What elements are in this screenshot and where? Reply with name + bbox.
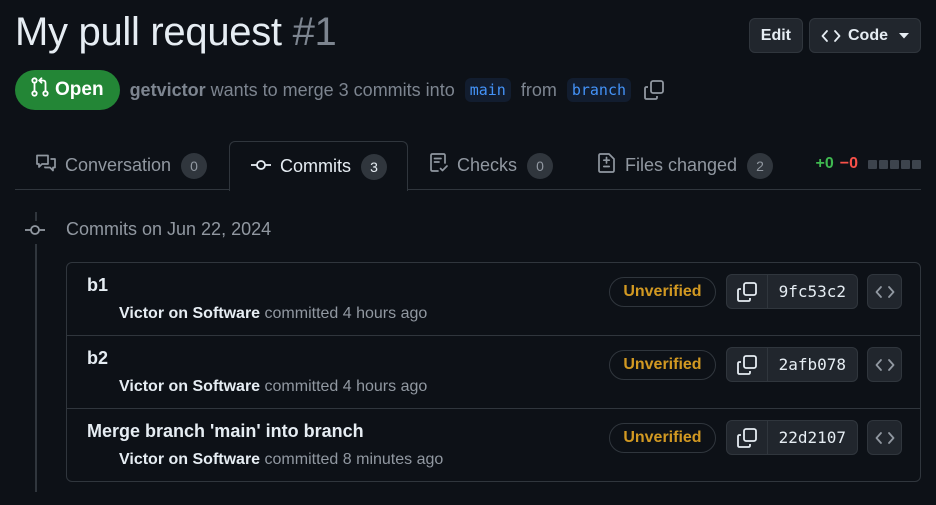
tab-files-changed-label: Files changed <box>625 155 738 175</box>
browse-repo-button[interactable] <box>867 274 902 309</box>
commit-row: b1 Victor on Software committed 4 hours … <box>67 263 920 336</box>
commit-author-link[interactable]: Victor on Software <box>119 451 260 468</box>
commit-meta: Victor on Software committed 4 hours ago <box>119 305 427 323</box>
code-icon <box>821 28 841 44</box>
diffstat-block <box>868 159 877 169</box>
commit-actions: Unverified 9fc53c2 <box>609 274 902 309</box>
commit-time: 4 hours ago <box>342 378 428 395</box>
tab-checks[interactable]: Checks 0 <box>409 141 573 190</box>
git-commit-icon <box>24 221 46 244</box>
sha-button-group: 9fc53c2 <box>725 274 858 309</box>
code-button[interactable]: Code <box>809 18 921 53</box>
code-icon <box>875 285 894 298</box>
commit-row: b2 Victor on Software committed 4 hours … <box>67 336 920 409</box>
commit-time: 4 hours ago <box>342 305 428 322</box>
diffstat: +0 −0 <box>815 155 921 173</box>
checklist-icon <box>429 152 449 179</box>
diffstat-blocks <box>868 159 921 169</box>
tab-conversation[interactable]: Conversation 0 <box>15 141 227 190</box>
diffstat-block <box>890 159 899 169</box>
diffstat-deletions: −0 <box>839 155 858 172</box>
unverified-badge[interactable]: Unverified <box>609 349 716 380</box>
edit-button[interactable]: Edit <box>748 18 803 53</box>
copy-sha-button[interactable] <box>727 275 768 308</box>
tab-conversation-count: 0 <box>181 152 208 179</box>
copy-branch-icon[interactable] <box>643 79 665 101</box>
browse-repo-button[interactable] <box>867 347 902 382</box>
diffstat-block <box>912 159 921 169</box>
header-actions: Edit Code <box>748 18 921 53</box>
commit-time: 8 minutes ago <box>342 451 444 468</box>
tab-commits[interactable]: Commits 3 <box>229 141 408 191</box>
tab-files-changed[interactable]: Files changed 2 <box>577 141 793 190</box>
pr-meta: Open getvictor wants to merge 3 commits … <box>15 70 665 110</box>
sha-button-group: 22d2107 <box>725 420 858 455</box>
commit-author-link[interactable]: Victor on Software <box>119 305 260 322</box>
diffstat-block <box>901 159 910 169</box>
commit-title-link[interactable]: b1 <box>87 275 108 296</box>
pr-title: My pull request <box>15 10 282 54</box>
timeline-line <box>35 212 37 492</box>
triangle-down-icon <box>899 32 909 39</box>
sha-button-group: 2afb078 <box>725 347 858 382</box>
copy-icon <box>736 427 757 448</box>
tab-checks-count: 0 <box>527 152 554 179</box>
tab-commits-count: 3 <box>361 153 387 180</box>
commit-group-heading: Commits on Jun 22, 2024 <box>66 219 272 239</box>
state-label: Open <box>55 79 104 100</box>
code-icon <box>875 358 894 371</box>
code-icon <box>875 431 894 444</box>
file-diff-icon <box>597 152 617 179</box>
commit-row: Merge branch 'main' into branch Victor o… <box>67 409 920 481</box>
commit-actions: Unverified 22d2107 <box>609 420 902 455</box>
comment-discussion-icon <box>35 153 57 178</box>
edit-button-label: Edit <box>760 26 791 44</box>
copy-sha-button[interactable] <box>727 421 768 454</box>
commit-title-link[interactable]: Merge branch 'main' into branch <box>87 421 364 442</box>
page-title: My pull request #1 <box>15 10 337 55</box>
git-commit-icon <box>250 156 272 177</box>
browse-repo-button[interactable] <box>867 420 902 455</box>
commit-action: committed <box>264 451 339 468</box>
unverified-badge[interactable]: Unverified <box>609 276 716 307</box>
commit-sha-link[interactable]: 2afb078 <box>768 348 857 381</box>
commit-action: committed <box>264 305 339 322</box>
commit-actions: Unverified 2afb078 <box>609 347 902 382</box>
state-badge: Open <box>15 70 120 110</box>
head-branch[interactable]: branch <box>566 78 632 102</box>
diffstat-block <box>879 159 888 169</box>
copy-sha-button[interactable] <box>727 348 768 381</box>
tab-files-changed-count: 2 <box>747 152 774 179</box>
code-button-label: Code <box>848 26 888 44</box>
author-link[interactable]: getvictor <box>130 80 206 100</box>
git-pull-request-icon <box>31 77 49 103</box>
pr-number: #1 <box>292 10 337 54</box>
pr-tabs: Conversation 0 Commits 3 Checks 0 Files … <box>15 141 921 191</box>
commit-action: committed <box>264 378 339 395</box>
unverified-badge[interactable]: Unverified <box>609 422 716 453</box>
commit-meta: Victor on Software committed 4 hours ago <box>119 378 427 396</box>
tab-commits-label: Commits <box>280 156 351 176</box>
copy-icon <box>736 354 757 375</box>
commit-title-link[interactable]: b2 <box>87 348 108 369</box>
commit-author-link[interactable]: Victor on Software <box>119 378 260 395</box>
base-branch[interactable]: main <box>464 78 511 102</box>
tab-conversation-label: Conversation <box>65 155 172 175</box>
diffstat-additions: +0 <box>815 155 834 172</box>
commit-sha-link[interactable]: 22d2107 <box>768 421 857 454</box>
copy-icon <box>736 281 757 302</box>
merge-summary: wants to merge 3 commits into <box>210 79 455 100</box>
commit-meta: Victor on Software committed 8 minutes a… <box>119 451 443 469</box>
commit-sha-link[interactable]: 9fc53c2 <box>768 275 857 308</box>
tab-checks-label: Checks <box>457 155 518 175</box>
from-word: from <box>520 79 557 100</box>
commit-list: b1 Victor on Software committed 4 hours … <box>66 262 921 482</box>
